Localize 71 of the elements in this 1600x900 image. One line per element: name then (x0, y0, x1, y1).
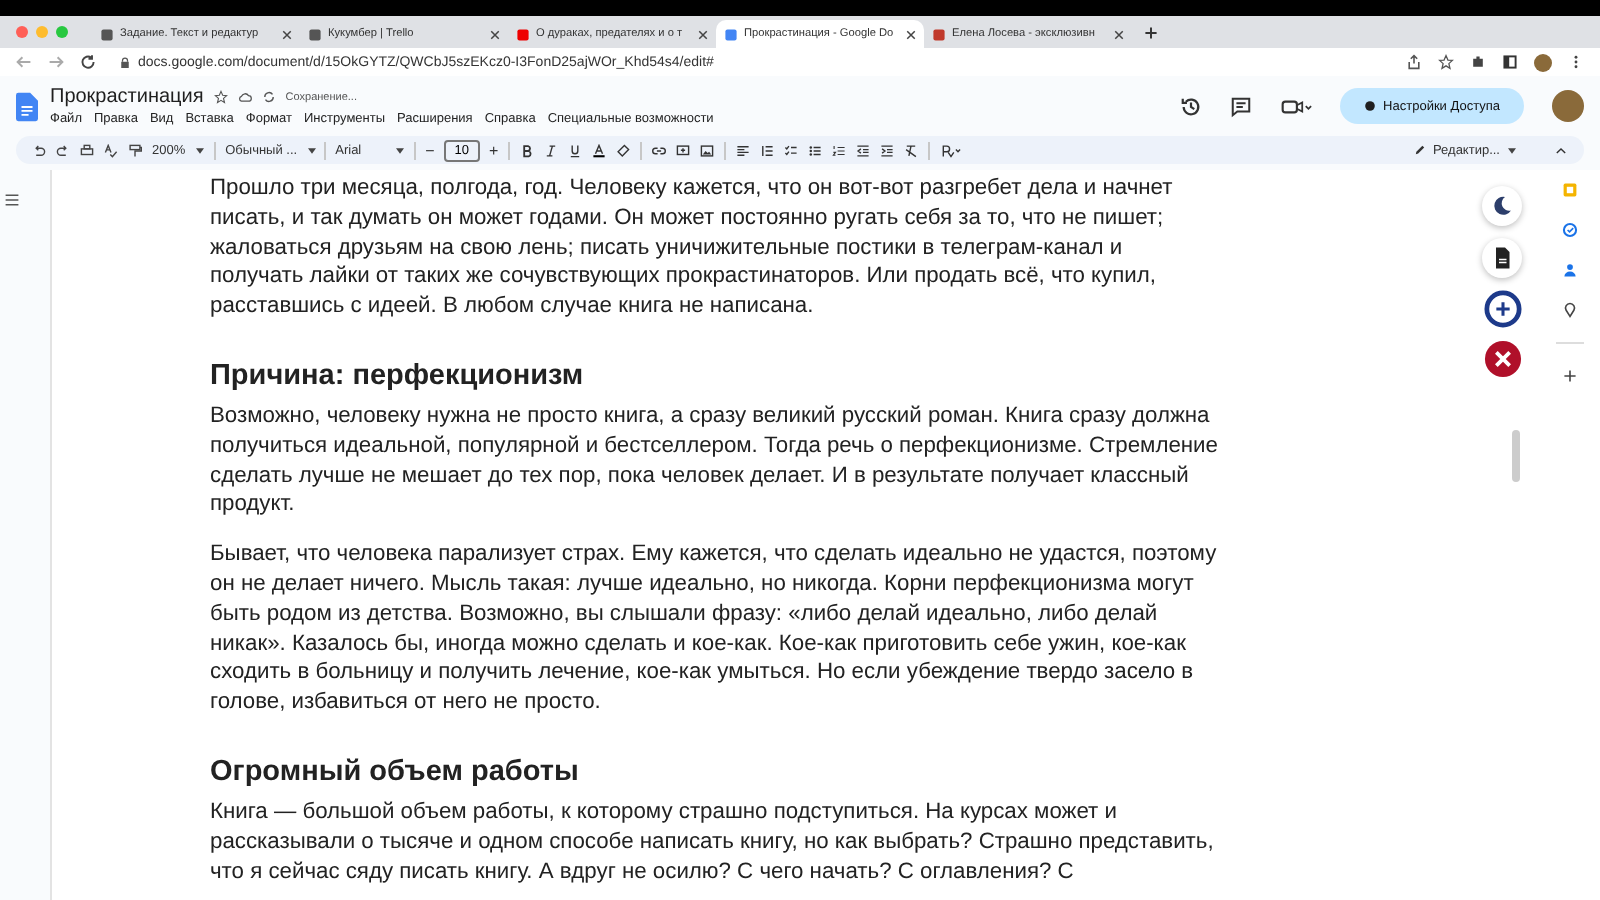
input-tools-icon[interactable] (940, 143, 963, 157)
close-icon[interactable] (1483, 340, 1521, 378)
avatar-icon[interactable] (1552, 90, 1584, 122)
reload-icon[interactable] (80, 54, 96, 70)
document-title[interactable]: Прокрастинация (50, 86, 204, 108)
redo-icon[interactable] (56, 143, 70, 157)
increase-indent-icon[interactable] (880, 143, 895, 157)
undo-icon[interactable] (32, 143, 46, 157)
section-heading: Причина: перфекционизм (210, 357, 586, 394)
bold-icon[interactable] (520, 143, 535, 157)
moon-icon[interactable] (1490, 194, 1514, 218)
favicon-icon (308, 27, 322, 41)
close-icon[interactable] (282, 29, 292, 39)
star-icon[interactable] (213, 90, 228, 104)
avatar-icon[interactable] (1534, 53, 1552, 71)
favicon-icon (724, 27, 738, 41)
close-icon[interactable] (698, 29, 708, 39)
print-icon[interactable] (80, 143, 94, 157)
increase-font-size-button[interactable]: + (489, 141, 499, 159)
numbered-list-icon[interactable] (832, 143, 847, 157)
scrollbar[interactable] (1512, 430, 1520, 482)
image-icon[interactable] (700, 143, 715, 157)
new-tab-icon[interactable] (1144, 25, 1158, 39)
person-icon[interactable] (1562, 262, 1578, 278)
cloud-icon[interactable] (237, 90, 252, 104)
italic-icon[interactable] (544, 143, 559, 157)
caret-icon (307, 147, 316, 153)
outline-icon[interactable] (4, 192, 20, 208)
lock-icon (120, 55, 130, 69)
highlighter-icon[interactable] (616, 143, 631, 157)
checklist-icon[interactable] (784, 143, 799, 157)
body-paragraph: Прошло три месяца, полгода, год. Человеку кажется, что он вот-вот разгребет дела и начнет писать, и так думать он может годами. Он может постоянно ругать себя за то, что не пишет; жаловаться друзьям на свою лень; писать уничижительные постики в телеграм-канал и получать лайки от таких же сочувствующих прокрастинаторов. Или продать всё, что купил, расставшись с идеей. В любом случае книга не написана. (210, 174, 1175, 322)
favicon-icon (516, 27, 530, 41)
caret-icon (195, 147, 204, 153)
map-pin-icon[interactable] (1562, 302, 1578, 318)
history-icon[interactable] (1179, 95, 1202, 117)
task-icon[interactable] (1562, 222, 1578, 238)
line-spacing-icon[interactable] (760, 143, 775, 157)
decrease-font-size-button[interactable]: − (425, 141, 435, 159)
star-icon[interactable] (1438, 54, 1454, 70)
sync-icon (261, 90, 276, 104)
comment-icon[interactable] (676, 143, 691, 157)
video-call-icon[interactable] (1279, 95, 1312, 117)
close-icon[interactable] (1114, 29, 1124, 39)
link-icon[interactable] (652, 143, 667, 157)
collapse-icon[interactable] (1554, 143, 1568, 157)
bulleted-list-icon[interactable] (808, 143, 823, 157)
add-icon[interactable] (1562, 368, 1578, 384)
add-icon[interactable] (1483, 290, 1521, 328)
body-paragraph: Книга — большой объем работы, к которому страшно подступиться. На курсах может и рассказывали о тысяче и одном способе написать книгу, но как выбрать? Страшно представить, что я сейчас сяду писать книгу. А вдруг не осилю? С чего начать? С оглавления? С (210, 797, 1216, 887)
favicon-icon (932, 27, 946, 41)
underline-icon[interactable] (568, 143, 583, 157)
body-paragraph: Возможно, человеку нужна не просто книга, а сразу великий русский роман. Книга сразу должна получиться идеальной, популярной и бестселлером. Тогда речь о перфекционизме. Стремление сделать лучше не мешает до тех пор, пока человек делает. И в результате получает классный продукт. (210, 401, 1220, 521)
paint-format-icon[interactable] (128, 143, 142, 157)
text-color-icon[interactable] (592, 143, 607, 157)
section-heading: Огромный объем работы (210, 753, 581, 790)
body-paragraph: Бывает, что человека парализует страх. Ему кажется, что сделать идеально не удастся, поэтому он не делает ничего. Мысль такая: лучше идеально, но никогда. Корни перфекционизма могут быть родом из детства. Возможно, вы слышали фразу: «либо делай идеально, либо делай никак». Казалось бы, иногда можно сделать и кое-как. Кое-как приготовить себе ужин, кое-как сходить в больницу и получить лечение, кое-как умыться. Но если убеждение твердо засело в голове, избавиться от него не просто. (210, 540, 1219, 718)
decrease-indent-icon[interactable] (856, 143, 871, 157)
close-icon[interactable] (490, 29, 500, 39)
spellcheck-icon[interactable] (104, 143, 118, 157)
comment-icon[interactable] (1229, 95, 1252, 117)
share-icon[interactable] (1406, 54, 1422, 70)
pencil-icon (1413, 144, 1425, 156)
close-icon[interactable] (906, 29, 916, 39)
caret-icon (1508, 147, 1516, 153)
favicon-icon (100, 27, 114, 41)
document-icon[interactable] (1490, 246, 1514, 270)
sidebar-icon[interactable] (1502, 54, 1518, 70)
caret-icon (395, 147, 404, 153)
clear-formatting-icon[interactable] (904, 143, 919, 157)
align-icon[interactable] (736, 143, 751, 157)
